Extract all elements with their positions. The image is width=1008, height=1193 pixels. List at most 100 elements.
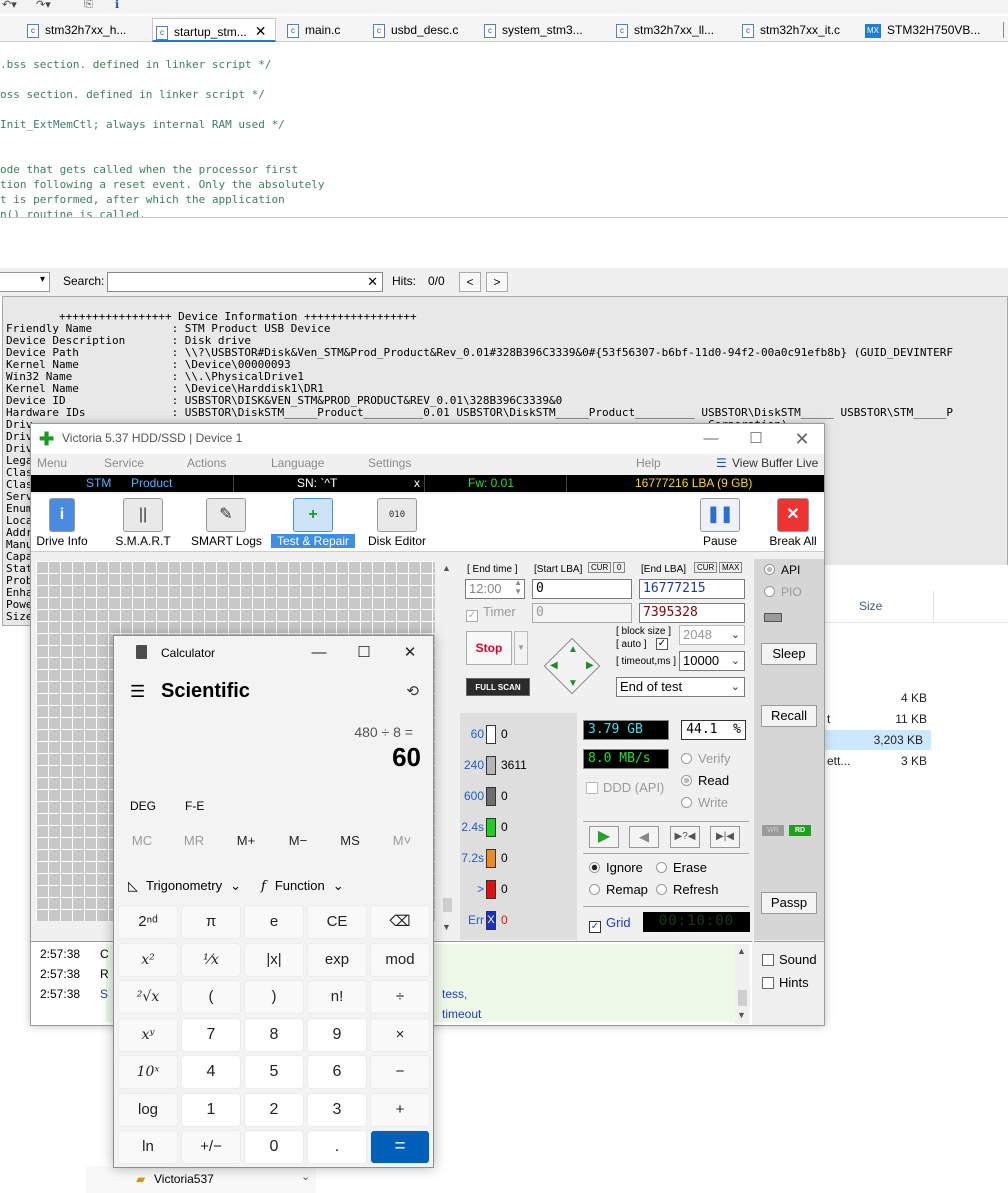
key-btn[interactable]: ²√x	[118, 980, 178, 1014]
tool-s-m-a-r-t[interactable]: || S.M.A.R.T	[113, 498, 173, 550]
pio-radio[interactable]: PIO	[764, 585, 802, 599]
key-btn[interactable]: 6	[307, 1055, 367, 1089]
recall-button[interactable]: Recall	[761, 705, 817, 727]
end-time-input[interactable]: 12:00 ▲ ▼	[465, 578, 525, 599]
ddd-api-checkbox[interactable]: DDD (API)	[586, 780, 664, 795]
tab-overflow[interactable]	[1003, 22, 1008, 38]
search-input[interactable]: ✕	[107, 272, 383, 292]
key-btn[interactable]: 0	[244, 1130, 304, 1164]
minimize-icon[interactable]: —	[699, 427, 723, 451]
memory-ms-button[interactable]: MS	[330, 833, 370, 848]
end-cur-button[interactable]: CUR	[694, 562, 718, 573]
key-btn[interactable]: 2ⁿᵈ	[118, 905, 178, 939]
memory-mr-button[interactable]: MR	[174, 833, 214, 848]
end-action-select[interactable]: End of test ⌄	[616, 677, 745, 697]
editor-tab[interactable]: c stm32h7xx_h...	[24, 18, 142, 42]
write-radio[interactable]: Write	[681, 795, 728, 810]
random-seek-icon[interactable]: ▶?◀	[670, 826, 700, 848]
editor-tab[interactable]: c stm32h7xx_it.c	[739, 18, 853, 42]
key-btn[interactable]: 5	[244, 1055, 304, 1089]
key-btn[interactable]: e	[244, 905, 304, 939]
log-scrollbar[interactable]: ▲ ▼	[735, 944, 750, 1024]
key-btn[interactable]: ×	[370, 1017, 430, 1052]
key-btn[interactable]: n!	[307, 980, 367, 1014]
redo-icon[interactable]: ↷▾	[36, 0, 51, 11]
explorer-row[interactable]: ett... 3 KB	[825, 751, 935, 771]
start-cur-button[interactable]: CUR	[588, 562, 612, 573]
deg-button[interactable]: DEG	[130, 799, 156, 813]
key-btn[interactable]: ln	[118, 1130, 178, 1164]
hamburger-menu-icon[interactable]: ☰	[130, 682, 145, 702]
scrollbar-thumb[interactable]	[443, 898, 452, 912]
key-btn[interactable]: ¹⁄x	[181, 942, 241, 977]
spinner-icon[interactable]: ▲ ▼	[514, 578, 522, 596]
key-btn[interactable]: 3	[307, 1092, 367, 1127]
close-icon[interactable]: ✕	[790, 427, 814, 451]
stop-dropdown-icon[interactable]: ▼	[514, 631, 528, 665]
key-btn[interactable]: ÷	[370, 980, 430, 1014]
erase-radio[interactable]: Erase	[656, 860, 707, 875]
key-equals[interactable]: =	[370, 1130, 430, 1164]
key-btn[interactable]: x²	[118, 942, 178, 977]
play-icon[interactable]: ▶	[589, 826, 619, 848]
clear-search-icon[interactable]: ✕	[367, 274, 378, 290]
refresh-radio[interactable]: Refresh	[656, 882, 719, 897]
ignore-radio[interactable]: Ignore	[589, 860, 643, 875]
close-icon[interactable]: ✕	[398, 642, 422, 664]
block-size-select[interactable]: 2048 ⌄	[679, 625, 745, 645]
menu-language[interactable]: Language	[271, 456, 324, 470]
timer-input[interactable]: 0	[532, 603, 632, 623]
tool-test-repair[interactable]: + Test & Repair	[271, 498, 355, 550]
api-radio[interactable]: API	[764, 563, 800, 577]
menu-actions[interactable]: Actions	[187, 456, 226, 470]
key-btn[interactable]: 7	[181, 1017, 241, 1052]
info-icon[interactable]: ℹ	[115, 0, 119, 11]
passp-button[interactable]: Passp	[761, 892, 817, 914]
console-filter-dropdown[interactable]: ▾	[0, 272, 50, 292]
serial-close-icon[interactable]: x	[414, 476, 420, 490]
memory-m-plus-button[interactable]: M+	[226, 833, 266, 848]
up-arrow-icon[interactable]: ▲	[568, 644, 578, 655]
editor-tab[interactable]: c main.c	[284, 18, 362, 42]
start-zero-button[interactable]: 0	[613, 562, 626, 573]
key-btn[interactable]: log	[118, 1092, 178, 1127]
down-arrow-icon[interactable]: ▼	[568, 678, 578, 689]
menu-service[interactable]: Service	[104, 456, 144, 470]
scroll-down-icon[interactable]: ▼	[442, 922, 451, 932]
timeout-select[interactable]: 10000 ⌄	[679, 651, 745, 671]
pause-button[interactable]: ❚❚ Pause	[700, 498, 740, 550]
explorer-row[interactable]: 3,203 KB	[825, 730, 931, 750]
left-arrow-icon[interactable]: ◀	[550, 660, 558, 671]
key-btn[interactable]: +/−	[181, 1130, 241, 1164]
tool-disk-editor[interactable]: 010 Disk Editor	[367, 498, 427, 550]
key-btn[interactable]: mod	[370, 942, 430, 977]
scroll-down-icon[interactable]: ▼	[737, 1010, 746, 1020]
key-btn[interactable]: 4	[181, 1055, 241, 1089]
previous-hit-button[interactable]: <	[459, 272, 481, 292]
memory-m-minus-button[interactable]: M−	[278, 833, 318, 848]
key-btn[interactable]: −	[370, 1055, 430, 1089]
explorer-row[interactable]: 4 KB	[825, 688, 935, 708]
minimize-icon[interactable]: —	[307, 642, 331, 664]
sound-checkbox[interactable]: Sound	[762, 952, 817, 967]
verify-radio[interactable]: Verify	[681, 751, 731, 766]
key-backspace[interactable]: ⌫	[370, 905, 430, 939]
fe-button[interactable]: F-E	[185, 799, 204, 813]
tool-drive-info[interactable]: i Drive Info	[35, 498, 89, 550]
tool-smart-logs[interactable]: ✎ SMART Logs	[191, 498, 262, 550]
end-lba-input[interactable]: 16777215	[639, 579, 745, 599]
size-column-header[interactable]: Size	[859, 599, 882, 613]
history-icon[interactable]: ⟲	[406, 682, 419, 700]
view-buffer-live[interactable]: View Buffer Live	[732, 456, 818, 470]
key-btn[interactable]: 8	[244, 1017, 304, 1052]
grid-checkbox[interactable]: ✓ Grid	[589, 915, 631, 933]
chevron-down-icon[interactable]: ⌄	[301, 1170, 310, 1183]
menu-help[interactable]: Help	[636, 456, 661, 470]
undo-icon[interactable]: ↶▾	[2, 0, 17, 11]
hints-checkbox[interactable]: Hints	[762, 975, 809, 990]
scroll-up-icon[interactable]: ▲	[737, 946, 746, 956]
key-btn[interactable]: π	[181, 905, 241, 939]
key-btn[interactable]: 9	[307, 1017, 367, 1052]
editor-tab[interactable]: MX STM32H750VB...	[862, 18, 992, 42]
key-btn[interactable]: |x|	[244, 942, 304, 977]
